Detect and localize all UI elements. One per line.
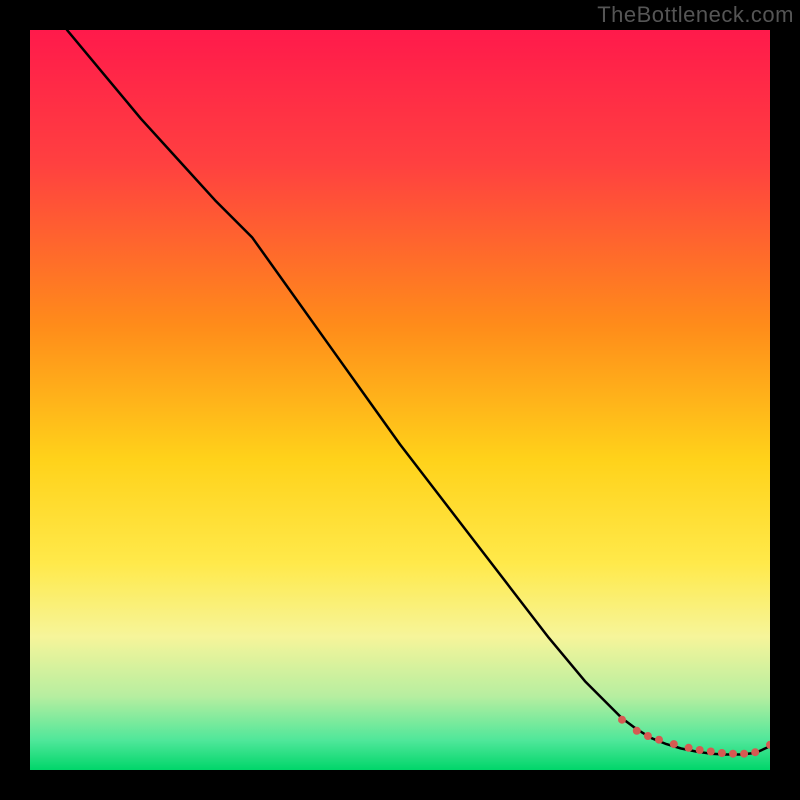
marker-point	[740, 750, 748, 758]
marker-point	[751, 748, 759, 756]
watermark-text: TheBottleneck.com	[597, 2, 794, 28]
marker-point	[696, 746, 704, 754]
marker-point	[618, 716, 626, 724]
marker-point	[718, 749, 726, 757]
chart-frame: TheBottleneck.com	[0, 0, 800, 800]
chart-overlay-svg	[30, 30, 770, 770]
marker-point	[633, 727, 641, 735]
marker-point	[707, 748, 715, 756]
bottleneck-curve	[67, 30, 770, 755]
marker-point	[644, 732, 652, 740]
marker-point	[685, 744, 693, 752]
plot-area	[30, 30, 770, 770]
marker-point	[670, 740, 678, 748]
marker-point	[655, 736, 663, 744]
marker-point	[729, 750, 737, 758]
